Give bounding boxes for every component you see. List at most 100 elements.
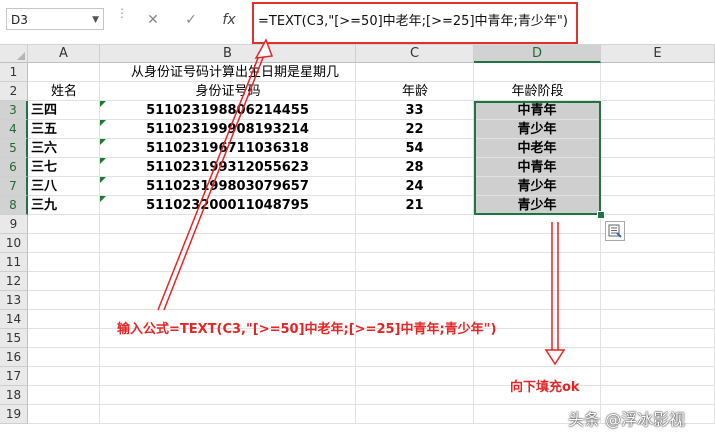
row-header-17[interactable]: 17 <box>0 367 28 386</box>
grid-cell[interactable] <box>601 367 715 386</box>
row-header-6[interactable]: 6 <box>0 158 28 177</box>
cell-id[interactable]: 511023200011048795 <box>100 196 356 215</box>
grid-cell[interactable] <box>356 215 474 234</box>
row-header-4[interactable]: 4 <box>0 120 28 139</box>
chevron-down-icon[interactable]: ▼ <box>92 9 99 31</box>
grid-cell[interactable] <box>474 272 601 291</box>
grid-cell[interactable] <box>28 367 100 386</box>
row-header-16[interactable]: 16 <box>0 348 28 367</box>
row-header-7[interactable]: 7 <box>0 177 28 196</box>
grid-cell[interactable] <box>356 348 474 367</box>
grid-cell[interactable] <box>474 63 601 82</box>
grid-cell[interactable] <box>100 253 356 272</box>
row-header-19[interactable]: 19 <box>0 405 28 424</box>
error-indicator-icon[interactable] <box>100 158 106 164</box>
grid-cell[interactable] <box>601 253 715 272</box>
grid-cell[interactable] <box>100 272 356 291</box>
grid-cell[interactable] <box>100 234 356 253</box>
column-header-c[interactable]: C <box>356 45 474 63</box>
grid-cell[interactable] <box>100 405 356 424</box>
row-header-11[interactable]: 11 <box>0 253 28 272</box>
grid-cell[interactable] <box>601 386 715 405</box>
cell-age[interactable]: 33 <box>356 101 474 120</box>
row-header-1[interactable]: 1 <box>0 63 28 82</box>
header-age[interactable]: 年龄 <box>356 82 474 101</box>
row-header-12[interactable]: 12 <box>0 272 28 291</box>
name-box[interactable]: D3 ▼ <box>6 8 104 30</box>
header-name[interactable]: 姓名 <box>28 82 100 101</box>
row-header-14[interactable]: 14 <box>0 310 28 329</box>
grid-cell[interactable] <box>601 272 715 291</box>
cell-id[interactable]: 511023199908193214 <box>100 120 356 139</box>
row-header-2[interactable]: 2 <box>0 82 28 101</box>
grid-cell[interactable] <box>601 291 715 310</box>
row-header-13[interactable]: 13 <box>0 291 28 310</box>
cell-name[interactable]: 三九 <box>28 196 100 215</box>
grid-cell[interactable] <box>28 291 100 310</box>
column-header-e[interactable]: E <box>601 45 715 63</box>
cell-id[interactable]: 511023198806214455 <box>100 101 356 120</box>
quick-analysis-icon[interactable] <box>605 221 625 241</box>
cell-name[interactable]: 三七 <box>28 158 100 177</box>
grid-cell[interactable] <box>474 291 601 310</box>
row-header-10[interactable]: 10 <box>0 234 28 253</box>
grid-cell[interactable] <box>100 367 356 386</box>
grid-cell[interactable] <box>474 234 601 253</box>
insert-function-button[interactable]: fx <box>218 10 240 30</box>
grid-cell[interactable] <box>100 215 356 234</box>
cell-id[interactable]: 511023196711036318 <box>100 139 356 158</box>
grid-cell[interactable] <box>601 101 715 120</box>
error-indicator-icon[interactable] <box>100 101 106 107</box>
cell-age[interactable]: 22 <box>356 120 474 139</box>
row-header-9[interactable]: 9 <box>0 215 28 234</box>
grid-cell[interactable] <box>28 386 100 405</box>
grid-cell[interactable] <box>474 253 601 272</box>
grid-cell[interactable] <box>601 82 715 101</box>
fill-handle[interactable] <box>597 211 605 219</box>
column-header-d[interactable]: D <box>474 45 601 63</box>
cell-age[interactable]: 21 <box>356 196 474 215</box>
grid-cell[interactable] <box>356 253 474 272</box>
grid-cell[interactable] <box>28 234 100 253</box>
column-header-b[interactable]: B <box>100 45 356 63</box>
grid-cell[interactable] <box>28 253 100 272</box>
row-header-15[interactable]: 15 <box>0 329 28 348</box>
grid-cell[interactable] <box>28 215 100 234</box>
cell-age-group[interactable]: 青少年 <box>474 196 601 215</box>
error-indicator-icon[interactable] <box>100 139 106 145</box>
grid-cell[interactable] <box>601 63 715 82</box>
select-all-corner[interactable] <box>0 45 28 63</box>
cell-name[interactable]: 三六 <box>28 139 100 158</box>
grid-cell[interactable] <box>356 272 474 291</box>
grid-cell[interactable] <box>28 310 100 329</box>
row-header-5[interactable]: 5 <box>0 139 28 158</box>
cell-name[interactable]: 三四 <box>28 101 100 120</box>
grid-cell[interactable] <box>474 348 601 367</box>
grid-cell[interactable] <box>601 329 715 348</box>
row-header-18[interactable]: 18 <box>0 386 28 405</box>
cell-age-group[interactable]: 中青年 <box>474 101 601 120</box>
header-id[interactable]: 身份证号码 <box>100 82 356 101</box>
header-age-group[interactable]: 年龄阶段 <box>474 82 601 101</box>
cell-age[interactable]: 24 <box>356 177 474 196</box>
grid-cell[interactable] <box>28 329 100 348</box>
cell-id[interactable]: 511023199803079657 <box>100 177 356 196</box>
error-indicator-icon[interactable] <box>100 177 106 183</box>
sheet-title[interactable]: 从身份证号码计算出生日期是星期几 <box>128 63 378 82</box>
grid-cell[interactable] <box>601 139 715 158</box>
grid-cell[interactable] <box>356 386 474 405</box>
grid-cell[interactable] <box>100 348 356 367</box>
grid-cell[interactable] <box>356 405 474 424</box>
grid-cell[interactable] <box>100 386 356 405</box>
cell-age[interactable]: 28 <box>356 158 474 177</box>
grid-cell[interactable] <box>28 272 100 291</box>
grid-cell[interactable] <box>356 291 474 310</box>
formula-input[interactable]: =TEXT(C3,"[>=50]中老年;[>=25]中青年;青少年") <box>258 10 568 29</box>
cell-name[interactable]: 三五 <box>28 120 100 139</box>
row-header-8[interactable]: 8 <box>0 196 28 215</box>
grid-cell[interactable] <box>356 367 474 386</box>
grid-cell[interactable] <box>100 291 356 310</box>
grid-cell[interactable] <box>356 234 474 253</box>
grid-cell[interactable] <box>28 63 100 82</box>
cell-age-group[interactable]: 中老年 <box>474 139 601 158</box>
